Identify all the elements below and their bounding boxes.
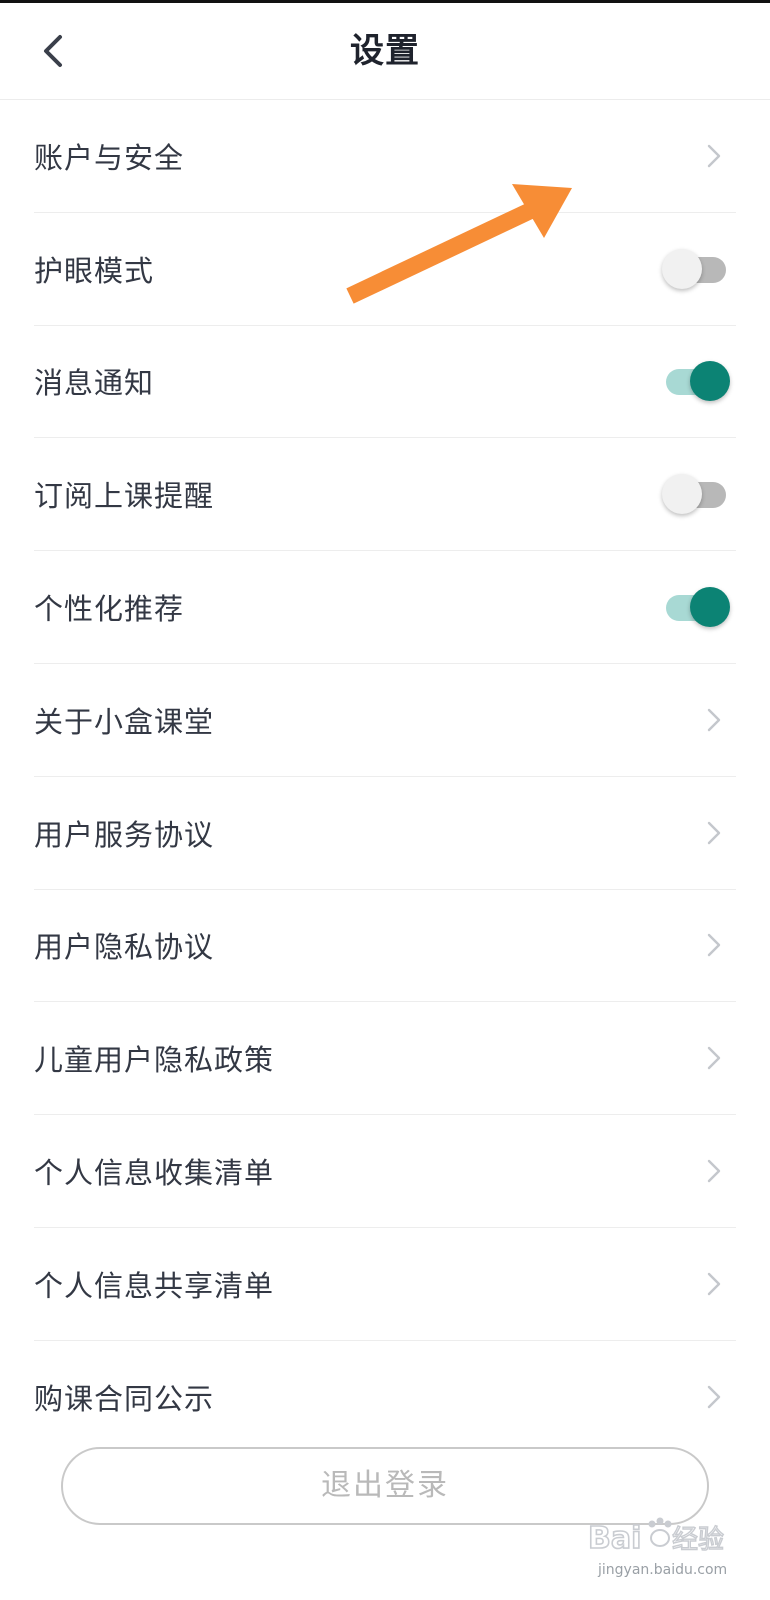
settings-row[interactable]: 用户隐私协议 (34, 890, 736, 1003)
settings-row[interactable]: 用户服务协议 (34, 777, 736, 890)
settings-row[interactable]: 关于小盒课堂 (34, 664, 736, 777)
settings-row-label: 用户服务协议 (34, 817, 215, 852)
page-title: 设置 (350, 31, 420, 71)
settings-row-label: 用户隐私协议 (34, 930, 215, 965)
svg-text:Bai: Bai (588, 1521, 641, 1556)
chevron-right-icon (706, 1383, 722, 1411)
settings-row[interactable]: 消息通知 (34, 326, 736, 439)
settings-row[interactable]: 个人信息共享清单 (34, 1228, 736, 1341)
svg-text:经验: 经验 (672, 1525, 724, 1555)
toggle-switch[interactable] (664, 359, 730, 403)
settings-row-label: 购课合同公示 (34, 1382, 215, 1417)
chevron-right-icon (706, 819, 722, 847)
settings-row[interactable]: 订阅上课提醒 (34, 438, 736, 552)
settings-row-label: 个人信息共享清单 (34, 1268, 275, 1303)
chevron-right-icon (706, 1270, 722, 1298)
toggle-switch[interactable] (662, 472, 728, 516)
toggle-switch[interactable] (664, 585, 730, 629)
watermark-url: jingyan.baidu.com (598, 1562, 728, 1578)
settings-row[interactable]: 个人信息收集清单 (34, 1115, 736, 1228)
settings-row[interactable]: 购课合同公示 (34, 1341, 736, 1454)
toggle-switch[interactable] (662, 247, 728, 291)
settings-row[interactable]: 护眼模式 (34, 213, 736, 326)
settings-row-label: 消息通知 (34, 366, 155, 401)
settings-row[interactable]: 个性化推荐 (34, 551, 736, 664)
settings-row-label: 个性化推荐 (34, 592, 185, 627)
settings-row-label: 儿童用户隐私政策 (34, 1043, 275, 1078)
settings-row-label: 关于小盒课堂 (34, 704, 215, 739)
toggle-knob (690, 361, 730, 402)
toggle-knob (662, 474, 702, 515)
settings-row[interactable]: 账户与安全 (34, 100, 736, 213)
navigation-bar: 设置 (0, 3, 770, 100)
settings-row-label: 护眼模式 (34, 253, 155, 288)
toggle-knob (690, 587, 730, 628)
settings-list: 账户与安全护眼模式消息通知订阅上课提醒 个性化推荐关于小盒课堂 用户服务协议 用户隐私… (0, 100, 770, 1454)
chevron-right-icon (706, 1157, 722, 1185)
settings-row-label: 订阅上课提醒 (34, 479, 215, 514)
settings-row[interactable]: 儿童用户隐私政策 (34, 1002, 736, 1116)
settings-row-label: 个人信息收集清单 (34, 1156, 275, 1191)
chevron-right-icon (706, 1044, 722, 1072)
chevron-right-icon (706, 142, 722, 170)
settings-row-label: 账户与安全 (34, 140, 185, 175)
logout-button[interactable]: 退出登录 (61, 1447, 709, 1525)
chevron-right-icon (706, 931, 722, 959)
toggle-knob (662, 248, 702, 289)
chevron-right-icon (706, 706, 722, 734)
